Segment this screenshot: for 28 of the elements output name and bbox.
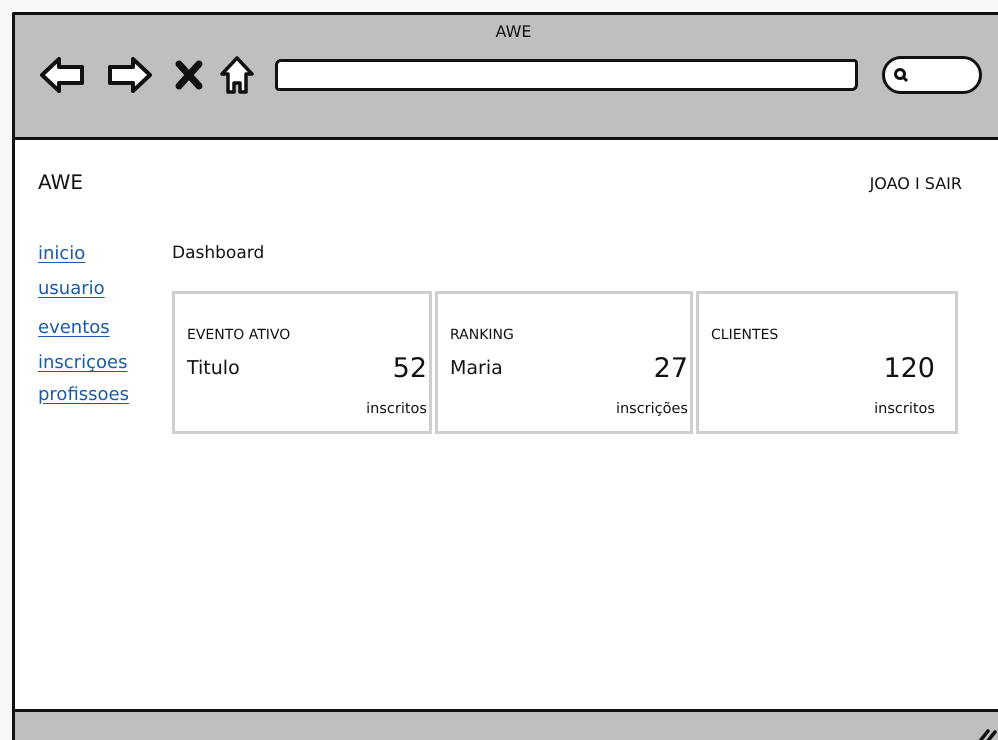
forward-icon[interactable]	[107, 55, 153, 95]
search-field[interactable]	[882, 56, 982, 94]
sidebar-link[interactable]: eventos	[38, 316, 110, 340]
sidebar-link[interactable]: profissoes	[38, 383, 130, 407]
card-heading: RANKING	[450, 327, 515, 345]
resize-grip-icon[interactable]	[977, 726, 998, 740]
card-subtitle: Titulo	[187, 356, 241, 379]
close-icon[interactable]	[175, 60, 203, 90]
card-unit: inscrições	[616, 401, 688, 420]
address-field[interactable]	[275, 59, 858, 91]
sidebar-link[interactable]: inicio	[38, 242, 86, 266]
sidebar-link[interactable]: inscriçoes	[38, 351, 128, 375]
card-heading: CLIENTES	[711, 327, 780, 345]
card-value: 27	[654, 352, 688, 386]
card-unit: inscritos	[366, 401, 427, 420]
home-icon[interactable]	[219, 55, 255, 95]
search-icon	[893, 67, 909, 83]
card-value: 52	[392, 352, 427, 386]
window-title: AWE	[496, 22, 532, 41]
card-subtitle: Maria	[450, 356, 504, 379]
card-unit: inscritos	[874, 401, 935, 420]
user-menu: JOAO I SAIR	[870, 174, 962, 193]
card-value: 120	[883, 352, 935, 386]
back-icon[interactable]	[39, 55, 85, 95]
site-logo: AWE	[38, 170, 83, 194]
page-title: Dashboard	[172, 243, 266, 263]
card-heading: EVENTO ATIVO	[187, 327, 292, 345]
sidebar-link[interactable]: usuario	[38, 277, 105, 301]
